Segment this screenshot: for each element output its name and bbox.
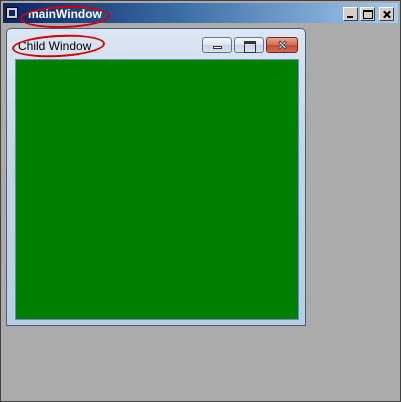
main-close-button[interactable] [379,7,394,21]
main-titlebar[interactable]: mainWindow [3,3,398,30]
app-icon[interactable] [6,7,18,19]
main-maximize-button[interactable] [360,7,375,21]
main-window-controls [343,7,394,21]
annotation-circle-child-title [11,32,106,60]
child-minimize-button[interactable] [202,37,232,53]
child-maximize-button[interactable] [234,37,264,53]
child-window: Child Window [6,28,306,326]
main-minimize-button[interactable] [343,7,358,21]
main-window: mainWindow Child Window [0,0,401,402]
child-content-area [15,59,299,320]
child-window-controls [202,37,298,53]
child-close-button[interactable] [266,37,298,53]
